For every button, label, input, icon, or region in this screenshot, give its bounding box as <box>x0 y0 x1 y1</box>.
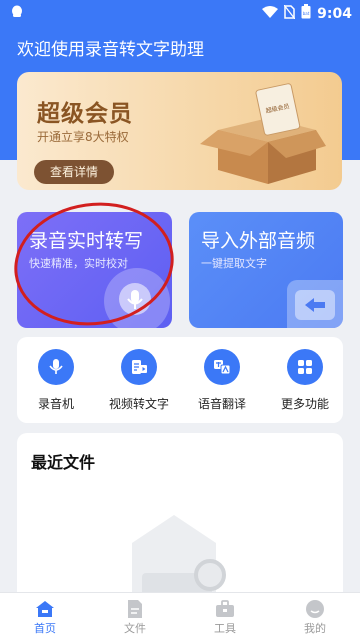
mic-icon <box>38 349 74 385</box>
mic-icon <box>127 290 143 309</box>
import-audio-title: 导入外部音频 <box>201 230 316 252</box>
mic-decoration <box>104 268 170 328</box>
gift-box-icon: 超级会员 <box>198 80 328 190</box>
wifi-icon <box>262 5 279 22</box>
realtime-transcribe-title: 录音实时转写 <box>29 230 144 252</box>
import-arrow-icon <box>295 290 335 320</box>
nav-tools-label: 工具 <box>214 622 236 635</box>
vip-subtitle: 开通立享8大特权 <box>37 130 129 144</box>
tool-recorder[interactable]: 录音机 <box>21 349 91 412</box>
tool-voice-translate-label: 语音翻译 <box>197 397 246 411</box>
clock: 9:04 <box>317 5 352 22</box>
realtime-transcribe-subtitle: 快速精准，实时校对 <box>29 257 128 270</box>
nav-files-label: 文件 <box>124 622 146 635</box>
import-audio-subtitle: 一键提取文字 <box>201 257 267 270</box>
profile-icon <box>285 598 345 620</box>
tools-panel: 录音机 视频转文字 语音翻译 更多功能 <box>17 337 343 423</box>
voice-translate-icon <box>204 349 240 385</box>
grid-icon <box>287 349 323 385</box>
recent-files-title: 最近文件 <box>31 453 96 472</box>
status-bar: bat 9:04 <box>0 0 360 26</box>
realtime-transcribe-card[interactable]: 录音实时转写 快速精准，实时校对 <box>17 212 172 328</box>
nav-files[interactable]: 文件 <box>105 598 165 636</box>
svg-text:bat: bat <box>303 11 310 16</box>
import-audio-card[interactable]: 导入外部音频 一键提取文字 <box>189 212 343 328</box>
vip-details-button[interactable]: 查看详情 <box>34 160 114 184</box>
home-icon <box>15 598 75 620</box>
nav-home[interactable]: 首页 <box>15 598 75 636</box>
tool-voice-translate[interactable]: 语音翻译 <box>187 349 257 412</box>
nav-home-label: 首页 <box>34 622 56 635</box>
tool-recorder-label: 录音机 <box>37 397 74 411</box>
tool-more[interactable]: 更多功能 <box>270 349 340 412</box>
empty-state-illustration <box>122 513 242 603</box>
vip-banner[interactable]: 超级会员 开通立享8大特权 查看详情 超级会员 <box>17 72 342 190</box>
no-sim-icon <box>283 4 296 23</box>
nav-profile-label: 我的 <box>304 622 326 635</box>
recent-files-panel: 最近文件 <box>17 433 343 603</box>
nav-tools[interactable]: 工具 <box>195 598 255 636</box>
battery-icon: bat <box>301 4 311 23</box>
tool-video-to-text[interactable]: 视频转文字 <box>104 349 174 412</box>
bottom-nav: 首页 文件 工具 我的 <box>0 592 360 640</box>
app-title: 欢迎使用录音转文字助理 <box>17 40 204 60</box>
file-icon <box>105 598 165 620</box>
vip-title: 超级会员 <box>37 101 133 127</box>
notification-icon <box>10 5 24 23</box>
tool-video-to-text-label: 视频转文字 <box>108 397 169 411</box>
toolbox-icon <box>195 598 255 620</box>
tool-more-label: 更多功能 <box>280 397 329 411</box>
video-to-text-icon <box>121 349 157 385</box>
nav-profile[interactable]: 我的 <box>285 598 345 636</box>
